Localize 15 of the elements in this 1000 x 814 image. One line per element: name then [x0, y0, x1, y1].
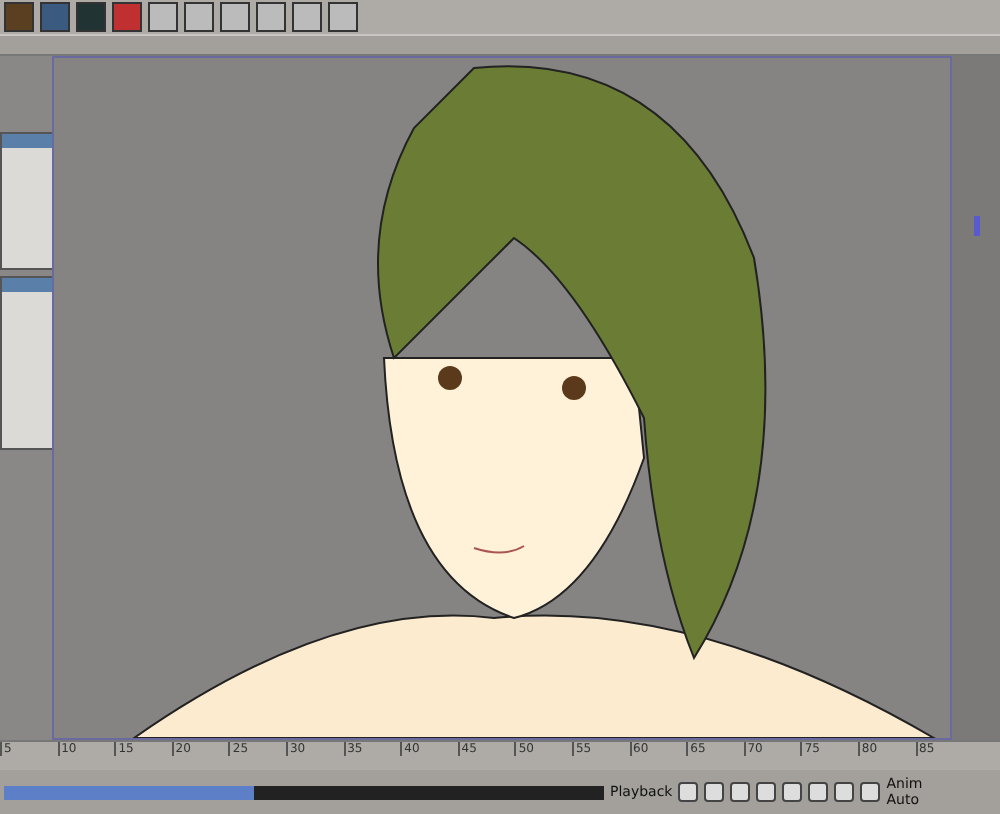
playback-control-icon[interactable] — [678, 782, 699, 802]
shelf-tool-icon[interactable] — [256, 2, 286, 32]
playback-control-icon[interactable] — [756, 782, 777, 802]
playback-control-icon[interactable] — [860, 782, 881, 802]
playback-control-icon[interactable] — [782, 782, 803, 802]
scroll-handle[interactable] — [973, 216, 979, 236]
shelf-tool-icon[interactable] — [184, 2, 214, 32]
playback-control-icon[interactable] — [808, 782, 829, 802]
shelf-tool-icon[interactable] — [148, 2, 178, 32]
shelf-tool-icon[interactable] — [292, 2, 322, 32]
playback-control-icon[interactable] — [730, 782, 751, 802]
shelf-tool-icon[interactable] — [220, 2, 250, 32]
playback-control-icon[interactable] — [704, 782, 725, 802]
playback-control-icon[interactable] — [834, 782, 855, 802]
shelf-tool-icon[interactable] — [328, 2, 358, 32]
